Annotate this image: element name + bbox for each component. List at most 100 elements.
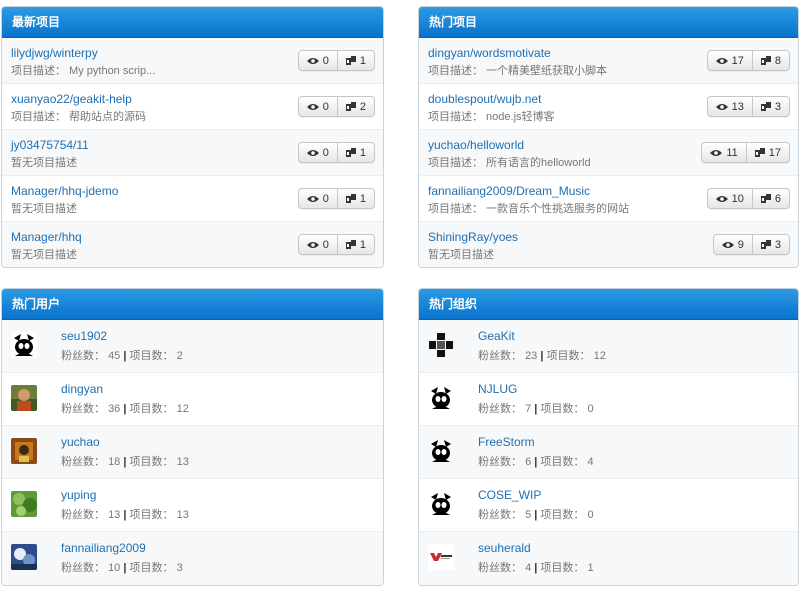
project-link[interactable]: dingyan/wordsmotivate — [428, 46, 551, 60]
watchers-count: 0 — [322, 238, 329, 251]
list-item: Manager/hhq-jdemo 暂无项目描述 0 1 — [2, 176, 383, 222]
watchers-button[interactable]: 9 — [714, 235, 752, 254]
photo-avatar[interactable] — [11, 491, 37, 517]
repo-counters: 0 1 — [297, 50, 375, 71]
fork-icon — [760, 239, 771, 249]
fans-label: 粉丝数： — [478, 562, 522, 574]
project-link[interactable]: doublespout/wujb.net — [428, 92, 541, 106]
user-link[interactable]: yuchao — [61, 435, 100, 449]
watchers-button[interactable]: 0 — [299, 51, 337, 70]
project-description: 项目描述： 所有语言的helloworld — [428, 157, 591, 169]
forks-button[interactable]: 3 — [751, 235, 789, 254]
project-link[interactable]: ShiningRay/yoes — [428, 230, 518, 244]
watchers-button[interactable]: 0 — [299, 97, 337, 116]
org-link[interactable]: GeaKit — [478, 329, 515, 343]
projects-count: 13 — [176, 509, 189, 521]
org-stats: 粉丝数： 6 | 项目数： 4 — [478, 453, 594, 469]
watchers-button[interactable]: 0 — [299, 143, 337, 162]
project-link[interactable]: xuanyao22/geakit-help — [11, 92, 132, 106]
org-link[interactable]: seuherald — [478, 541, 531, 555]
photo-avatar[interactable] — [11, 544, 37, 570]
list-item: jy03475754/11 暂无项目描述 0 1 — [2, 130, 383, 176]
fork-icon — [345, 147, 356, 157]
repo-counters: 0 1 — [297, 188, 375, 209]
photo-avatar[interactable] — [11, 438, 37, 464]
user-link[interactable]: dingyan — [61, 382, 103, 396]
project-link[interactable]: lilydjwg/winterpy — [11, 46, 98, 60]
projects-label: 项目数： — [129, 509, 174, 521]
project-description: 项目描述： My python scrip... — [11, 65, 156, 77]
forks-button[interactable]: 3 — [751, 97, 789, 116]
watchers-button[interactable]: 13 — [708, 97, 752, 116]
forks-button[interactable]: 8 — [751, 51, 789, 70]
forks-button[interactable]: 17 — [745, 143, 789, 162]
project-link[interactable]: Manager/hhq-jdemo — [11, 184, 118, 198]
project-link[interactable]: jy03475754/11 — [11, 138, 89, 152]
seuherald-logo[interactable] — [428, 544, 454, 570]
identicon-avatar[interactable] — [428, 491, 454, 517]
watchers-button[interactable]: 11 — [702, 143, 745, 162]
fans-count: 45 — [108, 350, 121, 362]
identicon-avatar[interactable] — [11, 332, 37, 358]
org-stats: 粉丝数： 23 | 项目数： 12 — [478, 347, 606, 363]
user-link[interactable]: seu1902 — [61, 329, 107, 343]
forks-count: 3 — [774, 238, 781, 251]
list-item: ShiningRay/yoes 暂无项目描述 9 3 — [419, 222, 798, 267]
org-link[interactable]: FreeStorm — [478, 435, 535, 449]
forks-button[interactable]: 1 — [336, 189, 374, 208]
fans-label: 粉丝数： — [478, 403, 522, 415]
org-link[interactable]: NJLUG — [478, 382, 517, 396]
stats-separator: | — [534, 456, 538, 468]
repo-counters: 10 6 — [706, 188, 790, 209]
org-link[interactable]: COSE_WIP — [478, 488, 541, 502]
user-link[interactable]: yuping — [61, 488, 96, 502]
forks-button[interactable]: 1 — [336, 235, 374, 254]
geakit-logo[interactable] — [428, 332, 454, 358]
watchers-button[interactable]: 17 — [708, 51, 752, 70]
forks-button[interactable]: 1 — [336, 51, 374, 70]
org-stats: 粉丝数： 5 | 项目数： 0 — [478, 506, 594, 522]
forks-button[interactable]: 1 — [336, 143, 374, 162]
identicon-avatar[interactable] — [428, 438, 454, 464]
forks-count: 6 — [774, 192, 781, 205]
project-link[interactable]: Manager/hhq — [11, 230, 82, 244]
project-link[interactable]: yuchao/helloworld — [428, 138, 524, 152]
eye-icon — [710, 149, 723, 156]
project-description: 暂无项目描述 — [11, 157, 77, 169]
list-item: lilydjwg/winterpy 项目描述： My python scrip.… — [2, 38, 383, 84]
projects-label: 项目数： — [129, 350, 174, 362]
watchers-button[interactable]: 0 — [299, 235, 337, 254]
project-description: 暂无项目描述 — [11, 203, 77, 215]
hot-users-panel: 热门用户 seu1902 粉丝数： 45 | 项目数： 2 dingyan 粉丝… — [1, 288, 384, 586]
latest-projects-panel: 最新项目 lilydjwg/winterpy 项目描述： My python s… — [1, 6, 384, 268]
photo-avatar[interactable] — [11, 385, 37, 411]
forks-button[interactable]: 6 — [751, 189, 789, 208]
user-stats: 粉丝数： 45 | 项目数： 2 — [61, 347, 183, 363]
projects-count: 3 — [176, 562, 183, 574]
panel-title: 最新项目 — [2, 7, 383, 38]
list-item: FreeStorm 粉丝数： 6 | 项目数： 4 — [419, 426, 798, 479]
projects-count: 0 — [587, 403, 594, 415]
stats-separator: | — [534, 403, 538, 415]
fans-label: 粉丝数： — [478, 350, 522, 362]
watchers-button[interactable]: 0 — [299, 189, 337, 208]
fans-label: 粉丝数： — [61, 403, 105, 415]
repo-counters: 0 1 — [297, 142, 375, 163]
user-link[interactable]: fannailiang2009 — [61, 541, 146, 555]
stats-separator: | — [123, 562, 127, 574]
watchers-count: 0 — [322, 192, 329, 205]
fans-label: 粉丝数： — [61, 509, 105, 521]
eye-icon — [715, 195, 728, 202]
project-list: dingyan/wordsmotivate 项目描述： 一个精美壁纸获取小脚本 … — [419, 38, 798, 267]
projects-count: 12 — [176, 403, 189, 415]
project-link[interactable]: fannailiang2009/Dream_Music — [428, 184, 590, 198]
watchers-count: 9 — [737, 238, 744, 251]
watchers-count: 0 — [322, 54, 329, 67]
watchers-count: 0 — [322, 146, 329, 159]
identicon-avatar[interactable] — [428, 385, 454, 411]
watchers-count: 17 — [731, 54, 744, 67]
watchers-button[interactable]: 10 — [708, 189, 752, 208]
projects-count: 12 — [593, 350, 606, 362]
forks-button[interactable]: 2 — [336, 97, 374, 116]
list-item: fannailiang2009/Dream_Music 项目描述： 一款音乐个性… — [419, 176, 798, 222]
